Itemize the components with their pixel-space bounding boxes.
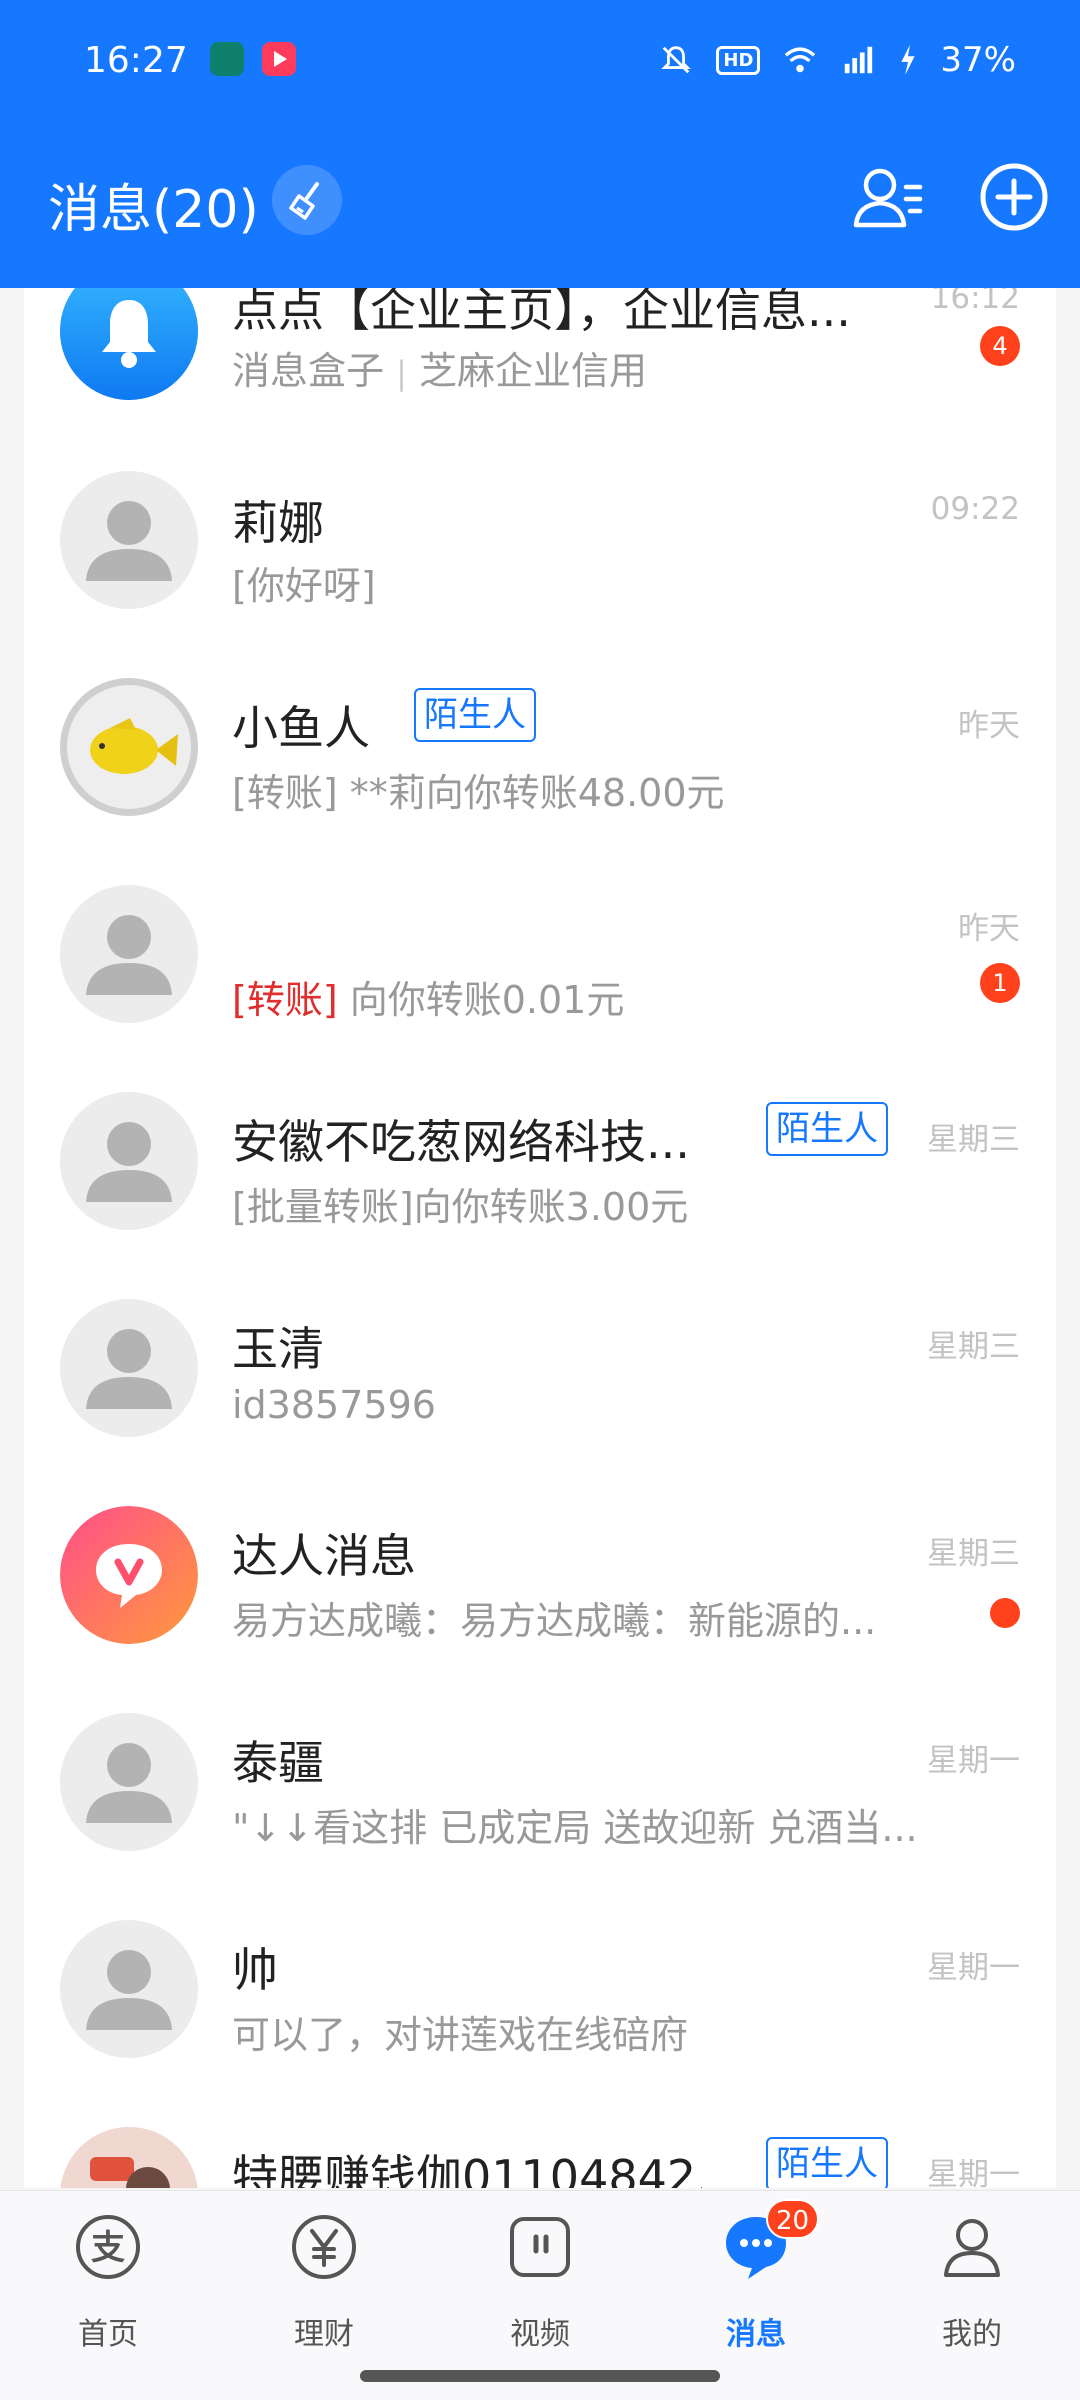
- stranger-tag: 陌生人: [766, 2137, 888, 2188]
- preview-part: 向你转账0.01元: [337, 978, 625, 1022]
- message-preview: [你好呀]: [232, 564, 376, 608]
- message-preview: [转账] **莉向你转账48.00元: [232, 771, 725, 815]
- message-preview: [转账] 向你转账0.01元: [232, 969, 624, 1024]
- list-item[interactable]: 安徽不吃葱网络科技... 陌生人 [批量转账]向你转账3.00元 星期三: [24, 1058, 1056, 1265]
- contact-name: 特腰赚钱伽01104842...: [232, 2150, 702, 2188]
- message-time: 16:12: [930, 288, 1020, 316]
- header: 消息(20): [0, 125, 1080, 288]
- default-avatar: [60, 885, 198, 1023]
- message-time: 星期三: [927, 1122, 1020, 1158]
- list-item[interactable]: 泰疆 "↓↓看这排 已成定局 送故迎新 兑酒当... 星期一: [24, 1679, 1056, 1886]
- contacts-icon[interactable]: [850, 161, 926, 237]
- message-time: 星期一: [927, 2157, 1020, 2188]
- contact-name: 莉娜: [232, 496, 324, 550]
- separator: |: [396, 354, 407, 392]
- hd-icon: HD: [716, 45, 761, 75]
- battery-percent: 37%: [940, 40, 1016, 80]
- message-time: 星期一: [927, 1743, 1020, 1779]
- nav-label: 首页: [78, 2317, 138, 2352]
- nav-label: 消息: [726, 2317, 786, 2352]
- default-avatar: [60, 1713, 198, 1851]
- status-time: 16:27: [84, 40, 188, 81]
- status-bar: 16:27 HD 37%: [0, 0, 1080, 125]
- stranger-tag: 陌生人: [766, 1102, 888, 1156]
- message-preview: 消息盒子 | 芝麻企业信用: [232, 340, 647, 395]
- contact-name: 帅: [232, 1943, 278, 1997]
- list-item[interactable]: 帅 可以了，对讲莲戏在线碚府 星期一: [24, 1886, 1056, 2093]
- mute-icon: [661, 46, 692, 74]
- nav-profile[interactable]: 我的: [902, 2211, 1042, 2361]
- nav-label: 我的: [942, 2317, 1002, 2352]
- yuan-icon: [292, 2215, 356, 2279]
- video-icon: [510, 2217, 570, 2277]
- message-preview: 可以了，对讲莲戏在线碚府: [232, 2013, 689, 2057]
- charging-icon: [901, 44, 916, 76]
- default-avatar: [60, 1920, 198, 2058]
- add-icon[interactable]: [978, 161, 1050, 233]
- messages-screen: 16:27 HD 37% 消息(20) 点点【企业主页】，企业信息... 消息盒…: [0, 0, 1080, 2400]
- profile-icon: [944, 2219, 1000, 2277]
- nav-home[interactable]: 支 首页: [38, 2211, 178, 2361]
- message-preview: "↓↓看这排 已成定局 送故迎新 兑酒当...: [232, 1806, 918, 1850]
- video-app-icon: [262, 42, 296, 76]
- default-avatar: [60, 1299, 198, 1437]
- default-avatar: [60, 1092, 198, 1230]
- unread-badge: 4: [980, 326, 1020, 366]
- stranger-tag: 陌生人: [414, 688, 536, 742]
- message-time: 星期三: [927, 1329, 1020, 1365]
- nav-unread-badge: 20: [766, 2199, 820, 2239]
- contact-name: 小鱼人: [232, 701, 370, 755]
- message-preview: [批量转账]向你转账3.00元: [232, 1185, 689, 1229]
- list-item[interactable]: 特腰赚钱伽01104842... 陌生人 星期一: [24, 2093, 1056, 2188]
- preview-part: 消息盒子: [232, 349, 385, 393]
- list-item[interactable]: 小鱼人 陌生人 [转账] **莉向你转账48.00元 昨天: [24, 644, 1056, 851]
- alipay-home-icon: 支: [76, 2215, 140, 2279]
- v-chat-icon: [60, 1506, 198, 1644]
- nav-video[interactable]: 视频: [470, 2211, 610, 2361]
- unread-dot: [990, 1598, 1020, 1628]
- nav-label: 视频: [510, 2317, 570, 2352]
- photo-avatar: [60, 2127, 198, 2188]
- message-preview: id3857596: [232, 1383, 436, 1427]
- transfer-label: [转账]: [232, 978, 338, 1022]
- contact-name: 泰疆: [232, 1736, 324, 1790]
- preview-part: 芝麻企业信用: [418, 349, 647, 393]
- status-icons: HD 37%: [658, 40, 1016, 80]
- message-time: 星期三: [927, 1536, 1020, 1572]
- nav-wealth[interactable]: 理财: [254, 2211, 394, 2361]
- bell-icon: [60, 288, 198, 400]
- message-list: 点点【企业主页】，企业信息... 消息盒子 | 芝麻企业信用 16:12 4 莉…: [24, 288, 1056, 2188]
- unread-badge: 1: [980, 963, 1020, 1003]
- message-time: 昨天: [958, 708, 1020, 744]
- top-bar: 16:27 HD 37% 消息(20): [0, 0, 1080, 288]
- message-time: 09:22: [930, 491, 1020, 527]
- message-time: 昨天: [958, 911, 1020, 947]
- list-item[interactable]: 莉娜 [你好呀] 09:22: [24, 437, 1056, 644]
- page-title: 消息(20): [48, 180, 259, 240]
- list-item[interactable]: 玉清 id3857596 星期三: [24, 1265, 1056, 1472]
- wifi-icon: [785, 47, 816, 73]
- list-item[interactable]: 达人消息 易方达成曦：易方达成曦：新能源的... 星期三: [24, 1472, 1056, 1679]
- broom-icon[interactable]: [272, 165, 342, 235]
- bottom-nav: 支 首页 理财 视频 20 消息 我的: [0, 2190, 1080, 2400]
- contact-name: 安徽不吃葱网络科技...: [232, 1115, 690, 1169]
- signal-icon: [845, 46, 873, 74]
- nav-label: 理财: [294, 2317, 354, 2352]
- list-item[interactable]: [转账] 向你转账0.01元 昨天 1: [24, 851, 1056, 1058]
- message-preview: 易方达成曦：易方达成曦：新能源的...: [232, 1599, 877, 1643]
- contact-name: 达人消息: [232, 1529, 416, 1583]
- contact-name: 玉清: [232, 1322, 324, 1376]
- default-avatar: [60, 471, 198, 609]
- home-indicator[interactable]: [360, 2370, 720, 2382]
- message-time: 星期一: [927, 1950, 1020, 1986]
- notification-app-icon: [210, 42, 244, 76]
- list-item[interactable]: 点点【企业主页】，企业信息... 消息盒子 | 芝麻企业信用 16:12 4: [24, 288, 1056, 437]
- svg-text:支: 支: [91, 2228, 125, 2268]
- nav-messages[interactable]: 20 消息: [686, 2199, 826, 2361]
- contact-name: 点点【企业主页】，企业信息...: [232, 288, 851, 337]
- fish-photo: [60, 678, 198, 816]
